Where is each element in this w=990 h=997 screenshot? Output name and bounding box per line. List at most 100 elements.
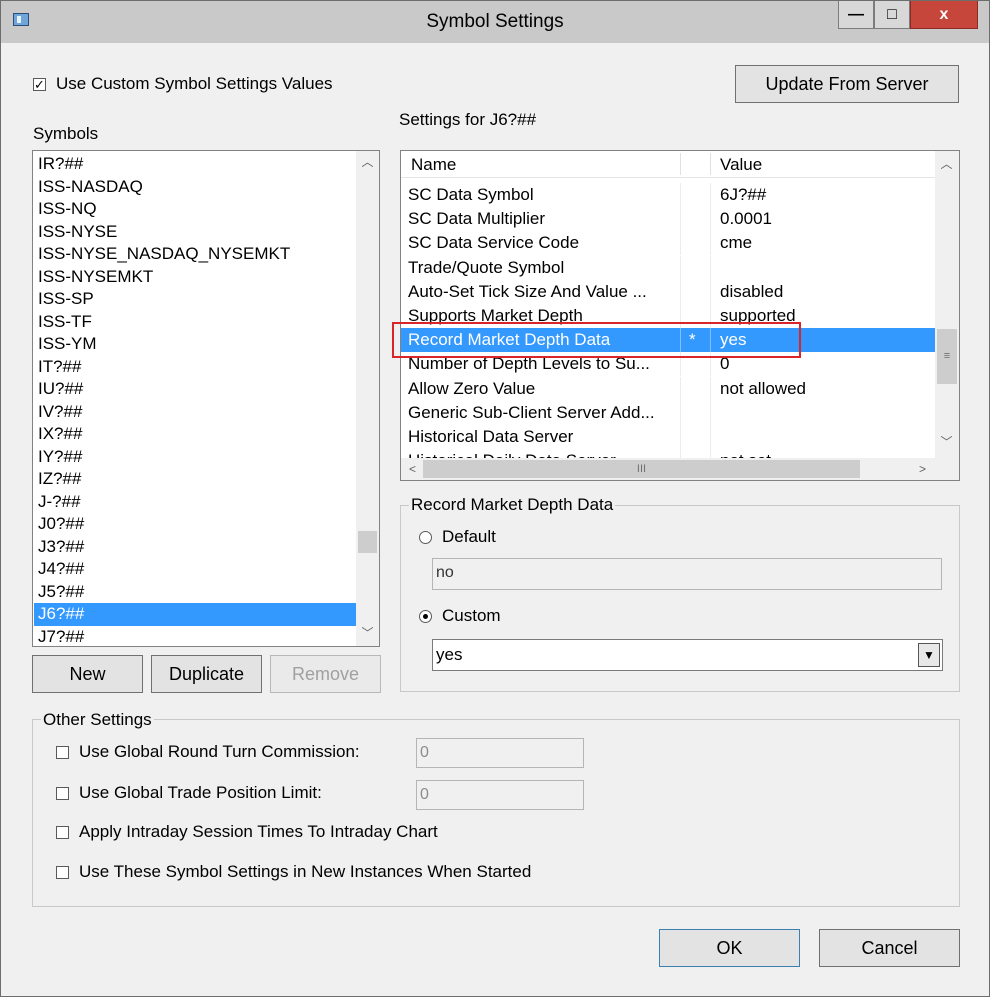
- setting-modified-flag: [689, 183, 705, 207]
- scroll-left-icon[interactable]: <: [403, 460, 422, 479]
- symbol-list-item[interactable]: ISS-NYSE: [34, 221, 356, 244]
- symbol-list-item-label: ISS-NYSE_NASDAQ_NYSEMKT: [38, 244, 291, 263]
- symbol-list-item[interactable]: ISS-NASDAQ: [34, 176, 356, 199]
- hscroll-thumb[interactable]: III: [423, 460, 860, 478]
- setting-modified-flag: [689, 231, 705, 255]
- symbol-list-item[interactable]: J4?##: [34, 558, 356, 581]
- symbol-list-item-label: J-?##: [38, 491, 81, 511]
- cell-divider: [710, 279, 711, 304]
- settings-row[interactable]: Trade/Quote Symbol: [401, 255, 935, 280]
- settings-hscrollbar[interactable]: < III >: [401, 458, 935, 480]
- symbols-label: Symbols: [33, 124, 99, 143]
- scroll-thumb[interactable]: [358, 531, 377, 553]
- setting-name: Allow Zero Value: [408, 378, 536, 398]
- scroll-down-icon[interactable]: ﹀: [358, 624, 377, 643]
- symbols-scrollbar[interactable]: ︿ ﹀: [356, 151, 379, 646]
- custom-radio[interactable]: [419, 610, 432, 623]
- settings-row[interactable]: Auto-Set Tick Size And Value ... disabled: [401, 279, 935, 304]
- minimize-button[interactable]: —: [838, 1, 874, 29]
- chevron-down-icon[interactable]: ▼: [918, 643, 940, 667]
- settings-row[interactable]: SC Data Service Code cme: [401, 231, 935, 256]
- symbol-list-item[interactable]: J0?##: [34, 513, 356, 536]
- settings-row[interactable]: Allow Zero Value not allowed: [401, 376, 935, 401]
- scroll-right-icon[interactable]: >: [913, 460, 932, 479]
- scroll-up-icon[interactable]: ︿: [937, 155, 956, 174]
- title-bar[interactable]: Symbol Settings — □ x: [1, 1, 989, 43]
- cell-divider: [680, 255, 681, 280]
- maximize-icon: □: [887, 6, 897, 23]
- round-turn-label: Use Global Round Turn Commission:: [79, 742, 360, 761]
- position-limit-field: 0: [416, 780, 584, 810]
- maximize-button[interactable]: □: [874, 1, 910, 29]
- setting-name: Trade/Quote Symbol: [408, 257, 565, 277]
- setting-name: Auto-Set Tick Size And Value ...: [408, 281, 647, 301]
- new-button[interactable]: New: [32, 655, 143, 693]
- settings-vscrollbar[interactable]: ︿ ≡ ﹀: [935, 151, 959, 458]
- symbol-list-item[interactable]: ISS-NYSEMKT: [34, 266, 356, 289]
- cell-divider: [680, 425, 681, 449]
- cell-divider: [710, 400, 711, 425]
- round-turn-field: 0: [416, 738, 584, 768]
- symbol-list-item-label: ISS-NYSE: [38, 221, 118, 241]
- symbol-list-item-label: J7?##: [38, 626, 85, 646]
- symbol-list-item[interactable]: IV?##: [34, 401, 356, 424]
- symbol-list-item[interactable]: J-?##: [34, 491, 356, 514]
- close-button[interactable]: x: [910, 1, 978, 29]
- custom-radio-label: Custom: [442, 606, 501, 625]
- cell-divider: [680, 207, 681, 232]
- intraday-checkbox[interactable]: [56, 826, 69, 839]
- close-icon: x: [939, 6, 949, 23]
- column-divider: [680, 153, 681, 175]
- symbol-list-item-label: J3?##: [38, 536, 85, 556]
- setting-value: cme: [720, 233, 753, 253]
- symbol-list-item[interactable]: ISS-TF: [34, 311, 356, 334]
- symbol-list-item[interactable]: IU?##: [34, 378, 356, 401]
- settings-row[interactable]: Generic Sub-Client Server Add...: [401, 400, 935, 425]
- settings-row[interactable]: SC Data Multiplier 0.0001: [401, 207, 935, 232]
- symbol-list-item[interactable]: IR?##: [34, 153, 356, 176]
- scroll-thumb[interactable]: ≡: [937, 329, 957, 384]
- new-instances-checkbox[interactable]: [56, 866, 69, 879]
- cancel-button[interactable]: Cancel: [819, 929, 960, 967]
- symbol-list-item-label: J4?##: [38, 559, 85, 578]
- symbols-list[interactable]: IR?## ISS-NASDAQ ISS-NQ ISS-NYSE ISS-NYSE_NA…: [32, 150, 380, 647]
- symbol-list-item[interactable]: ISS-YM: [34, 333, 356, 356]
- round-turn-checkbox[interactable]: [56, 746, 69, 759]
- use-custom-checkbox[interactable]: ✓: [33, 78, 46, 91]
- settings-row[interactable]: SC Data Symbol 6J?##: [401, 183, 935, 207]
- symbol-list-item-label: IY?##: [38, 446, 83, 466]
- symbol-list-item-label: IZ?##: [38, 469, 82, 488]
- symbol-list-item[interactable]: ISS-SP: [34, 288, 356, 311]
- cell-divider: [680, 231, 681, 256]
- custom-value-select[interactable]: yes ▼: [432, 639, 943, 671]
- setting-value: 0.0001: [720, 209, 772, 229]
- update-from-server-button[interactable]: Update From Server: [735, 65, 959, 103]
- setting-name: Historical Data Server: [408, 427, 574, 446]
- settings-grid[interactable]: Name Value SC Data Symbol 6J?## SC Data Mu…: [400, 150, 960, 481]
- symbol-list-item[interactable]: IZ?##: [34, 468, 356, 491]
- column-name-header[interactable]: Name: [411, 153, 456, 177]
- setting-modified-flag: [689, 401, 705, 425]
- column-value-header[interactable]: Value: [720, 153, 762, 177]
- cell-divider: [680, 376, 681, 401]
- symbol-list-item[interactable]: IT?##: [34, 356, 356, 379]
- symbol-list-item[interactable]: J6?##: [34, 603, 356, 626]
- symbol-list-item[interactable]: ISS-NYSE_NASDAQ_NYSEMKT: [34, 243, 356, 266]
- symbol-list-item-label: J6?##: [38, 604, 85, 623]
- symbol-list-item[interactable]: J5?##: [34, 581, 356, 604]
- symbol-list-item[interactable]: J7?##: [34, 626, 356, 647]
- symbol-list-item[interactable]: ISS-NQ: [34, 198, 356, 221]
- scroll-up-icon[interactable]: ︿: [358, 153, 377, 172]
- remove-button: Remove: [270, 655, 381, 693]
- symbol-list-item[interactable]: J3?##: [34, 536, 356, 559]
- duplicate-button[interactable]: Duplicate: [151, 655, 262, 693]
- position-limit-checkbox[interactable]: [56, 787, 69, 800]
- scroll-down-icon[interactable]: ﹀: [937, 433, 956, 452]
- settings-row[interactable]: Historical Data Server: [401, 425, 935, 449]
- column-divider: [710, 153, 711, 175]
- symbol-list-item[interactable]: IY?##: [34, 446, 356, 469]
- default-radio[interactable]: [419, 531, 432, 544]
- default-value-field: no: [432, 558, 942, 590]
- symbol-list-item[interactable]: IX?##: [34, 423, 356, 446]
- ok-button[interactable]: OK: [659, 929, 800, 967]
